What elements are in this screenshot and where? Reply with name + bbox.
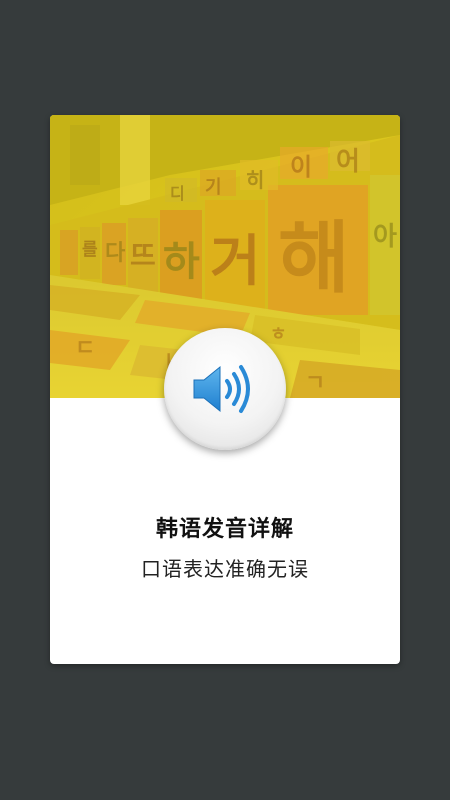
card-title: 韩语发音详解 (155, 517, 294, 542)
intro-card: 해 거 하 뜨 다 를 어 이 히 기 디 아 ㄷ ㄱ ㅎ 韩语发音详解 口语表… (50, 115, 400, 664)
card-subtitle: 口语表达准确无误 (141, 557, 309, 581)
play-audio-button[interactable] (164, 328, 286, 450)
speaker-volume-icon (190, 361, 260, 417)
